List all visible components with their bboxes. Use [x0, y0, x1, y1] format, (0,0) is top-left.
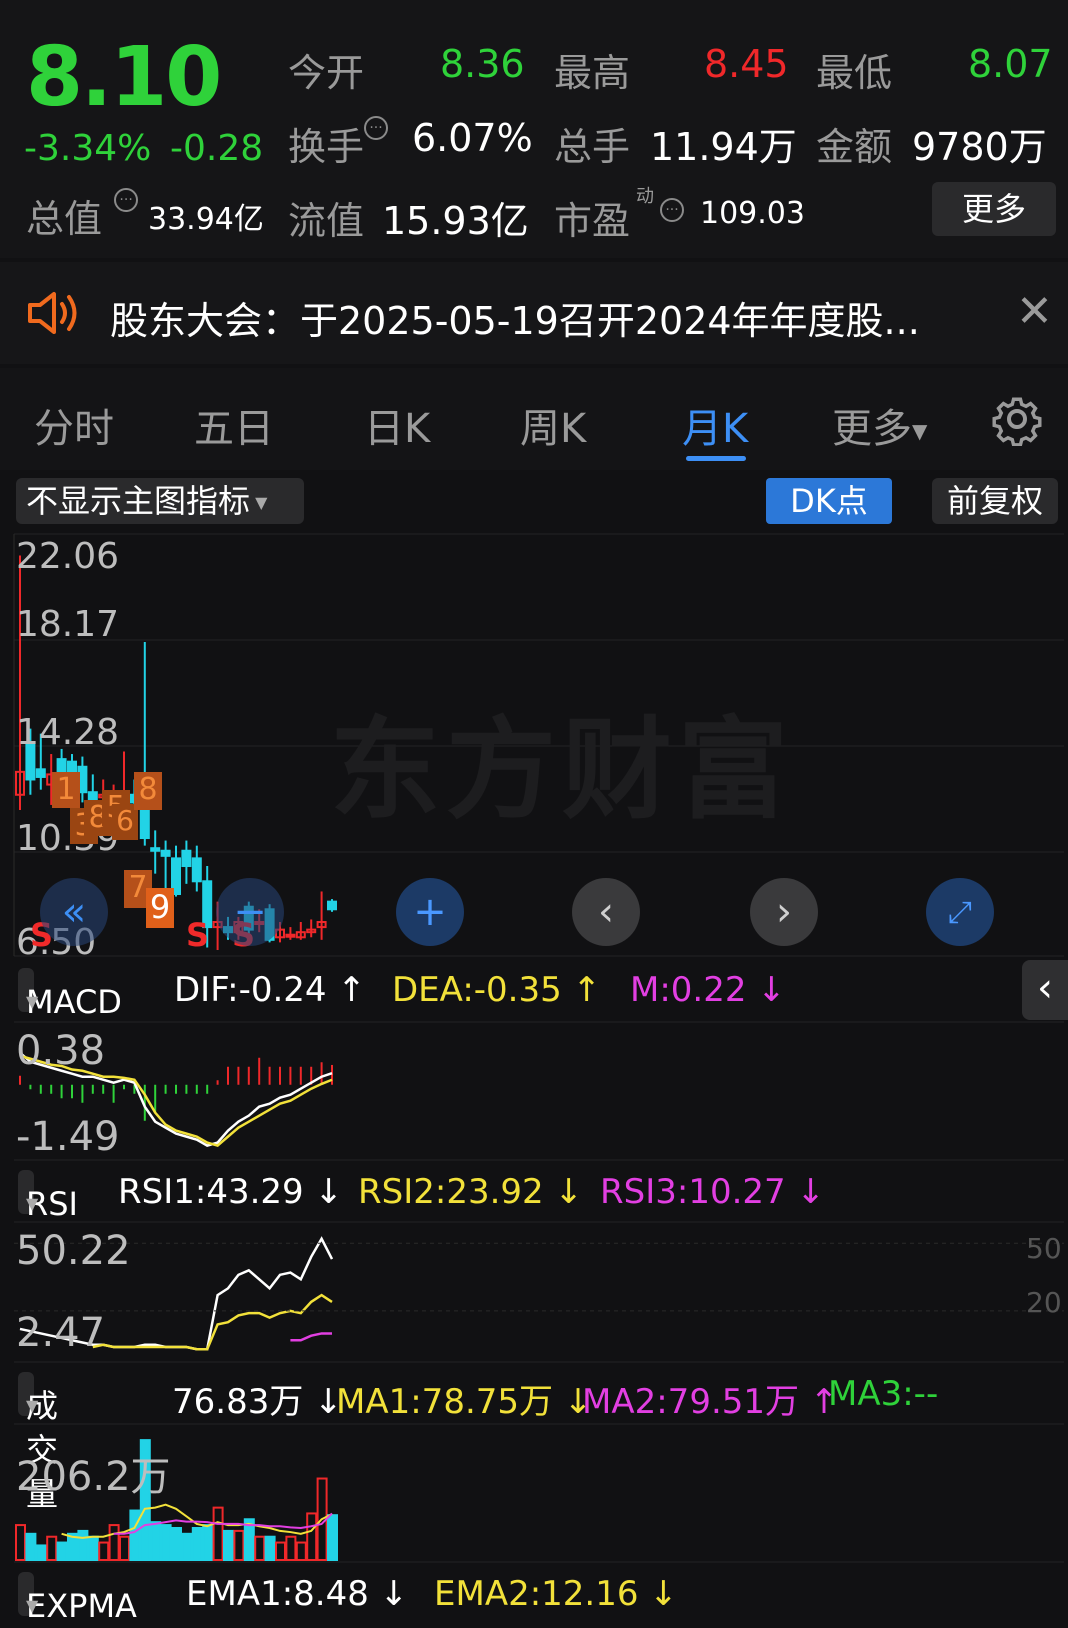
volume-bar [108, 1524, 120, 1561]
volume-bar [327, 1514, 338, 1561]
signal-marker[interactable]: 8 [134, 772, 162, 810]
volume-bar [202, 1524, 214, 1561]
macd-y-top: 0.38 [16, 1028, 106, 1074]
volume-y-top: 206.2万 [16, 1454, 171, 1500]
rsi-select[interactable]: RSI ▼ [18, 1170, 78, 1223]
volume-ma3: MA3:-- [828, 1374, 939, 1414]
expma-ema1: EMA1:8.48 ↓ [186, 1574, 409, 1614]
rsi1-value: RSI1:43.29 ↓ [118, 1172, 343, 1212]
macd-dif: DIF:-0.24 ↑ [174, 970, 366, 1010]
candle-body [139, 809, 150, 840]
volume-bar [275, 1541, 286, 1562]
volume-bar [191, 1526, 203, 1561]
volume-bar [129, 1509, 141, 1561]
watermark: 东方财富 [330, 706, 794, 834]
volume-bar [77, 1529, 89, 1561]
volume-bar [285, 1535, 297, 1562]
volume-bar [46, 1535, 58, 1562]
rsi-ref-20: 20 [1026, 1286, 1062, 1319]
volume-bar [150, 1521, 162, 1561]
volume-bar [171, 1526, 182, 1561]
fullscreen-button[interactable]: ⤢ [926, 878, 994, 946]
caret-down-icon: ▼ [26, 1396, 39, 1415]
expma-header: EXPMA ▼ EMA1:8.48 ↓ EMA2:12.16 ↓ [14, 1562, 1068, 1625]
rsi3-line [290, 1332, 332, 1342]
rsi2-value: RSI2:23.92 ↓ [358, 1172, 583, 1212]
rsi-header: RSI ▼ RSI1:43.29 ↓ RSI2:23.92 ↓ RSI3:10.… [14, 1160, 1068, 1223]
candle-body [191, 857, 202, 883]
volume-bar [56, 1541, 68, 1562]
volume-bar [223, 1529, 234, 1561]
y-tick-label: 18.17 [16, 604, 120, 645]
jump-start-button[interactable]: « [40, 878, 108, 946]
volume-bar [212, 1506, 224, 1561]
scroll-right-button[interactable]: › [750, 878, 818, 946]
chevron-right-icon: › [776, 889, 792, 935]
volume-bar [160, 1524, 172, 1561]
zoom-out-button[interactable]: − [216, 878, 284, 946]
caret-down-icon: ▼ [26, 992, 39, 1011]
macd-m: M:0.22 ↓ [630, 970, 786, 1010]
expma-select[interactable]: EXPMA ▼ [18, 1572, 137, 1625]
expand-icon: ⤢ [948, 894, 972, 930]
minus-icon: − [233, 889, 267, 935]
macd-select[interactable]: MACD ▼ [18, 968, 122, 1021]
candle-body [285, 933, 296, 938]
rsi-ref-50: 50 [1026, 1232, 1062, 1265]
volume-bar [25, 1532, 37, 1562]
macd-y-bottom: -1.49 [16, 1114, 120, 1160]
chevron-left-icon: ‹ [598, 889, 614, 935]
signal-marker[interactable]: 9 [146, 888, 174, 928]
volume-bar [254, 1535, 266, 1562]
signal-marker[interactable]: 1 [52, 772, 80, 808]
double-chevron-left-icon: « [61, 889, 87, 935]
volume-bar [181, 1532, 193, 1562]
y-tick-label: 22.06 [16, 536, 120, 577]
sell-marker[interactable]: S [186, 916, 209, 954]
candle-body [181, 849, 192, 868]
volume-value: 76.83万 ↓ [172, 1382, 343, 1422]
candle-body [35, 768, 46, 778]
zoom-in-button[interactable]: + [396, 878, 464, 946]
candle-body [87, 791, 98, 801]
volume-bar [264, 1535, 276, 1562]
volume-bar [119, 1535, 130, 1562]
rsi-y-top: 50.22 [16, 1228, 131, 1274]
expma-ema2: EMA2:12.16 ↓ [434, 1574, 678, 1614]
rsi-y-bottom: 2.47 [16, 1310, 106, 1356]
plus-icon: + [413, 889, 447, 935]
macd-header: MACD ▼ DIF:-0.24 ↑ DEA:-0.35 ↑ M:0.22 ↓ [14, 958, 1068, 1021]
volume-ma1: MA1:78.75万 ↓ [336, 1382, 593, 1422]
volume-bar [306, 1512, 318, 1561]
volume-select[interactable]: 成交量 ▼ [18, 1372, 58, 1513]
candle-body [150, 847, 161, 852]
volume-bar [35, 1544, 47, 1562]
volume-header: 成交量 ▼ 76.83万 ↓ MA1:78.75万 ↓ MA2:79.51万 ↑… [14, 1362, 1068, 1513]
caret-down-icon: ▼ [26, 1596, 39, 1615]
scroll-left-button[interactable]: ‹ [572, 878, 640, 946]
macd-dea: DEA:-0.35 ↑ [392, 970, 602, 1010]
chevron-left-icon: ‹ [1037, 965, 1053, 1011]
collapse-panel-button[interactable]: ‹ [1022, 960, 1068, 1020]
caret-down-icon: ▼ [26, 1194, 39, 1213]
rsi3-value: RSI3:10.27 ↓ [600, 1172, 825, 1212]
candle-body [160, 849, 171, 857]
volume-bar [98, 1541, 110, 1562]
candle-body [327, 900, 337, 911]
volume-bar [15, 1524, 26, 1561]
volume-bar [295, 1541, 307, 1562]
volume-ma2: MA2:79.51万 ↑ [582, 1382, 839, 1422]
volume-bar [233, 1529, 245, 1561]
y-tick-label: 14.28 [16, 712, 120, 753]
volume-bar [87, 1535, 99, 1562]
